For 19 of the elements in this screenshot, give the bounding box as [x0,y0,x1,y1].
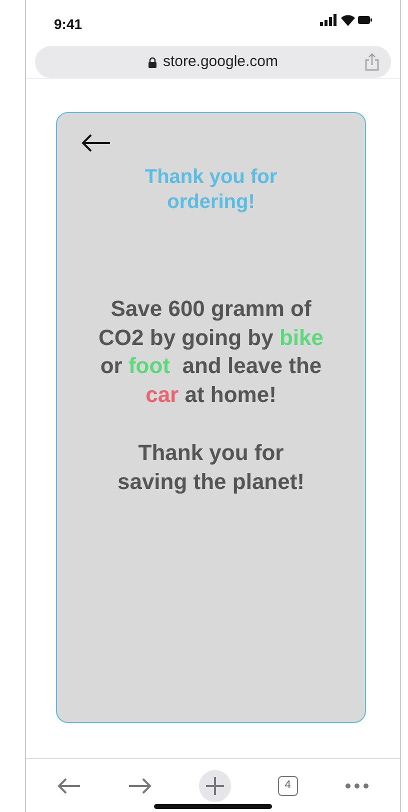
url-text: store.google.com [162,52,278,72]
message-paragraph: Save 600 gramm of CO2 by going by bike or foot and leave the car at home! [98,295,324,409]
share-icon[interactable] [365,53,379,71]
forward-button[interactable] [128,776,152,794]
forward-arrow-icon [128,776,152,794]
status-time: 9:41 [54,15,82,34]
back-arrow-icon [57,776,82,794]
address-bar[interactable]: store.google.com [35,46,391,78]
lock-icon [148,56,157,68]
back-arrow-icon [81,133,111,153]
back-button[interactable] [81,133,111,153]
message-paragraph: Thank you for saving the planet! [116,439,306,496]
more-button[interactable] [344,782,369,788]
thank-you-heading: Thank you for ordering! [144,165,278,215]
more-icon [344,782,369,788]
new-tab-button[interactable] [198,770,231,802]
tab-count-button[interactable]: 4 [278,776,298,796]
plus-icon [204,776,225,796]
status-icons [320,14,372,26]
